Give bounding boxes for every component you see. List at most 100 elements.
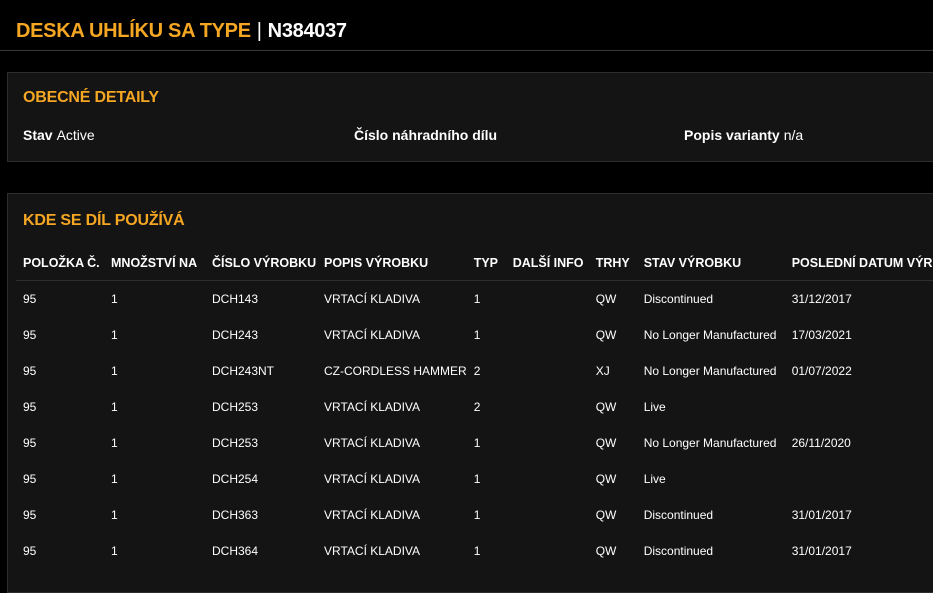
table-cell: 1 xyxy=(111,364,118,378)
status-detail: Stav Active xyxy=(23,127,95,143)
part-number: N384037 xyxy=(267,20,347,42)
table-cell: 1 xyxy=(111,328,118,342)
table-cell: 1 xyxy=(111,472,118,486)
table-cell: VRTACÍ KLADIVA xyxy=(324,472,421,486)
table-cell: 95 xyxy=(23,400,37,414)
table-row: 95 1 DCH243NT CZ-CORDLESS HAMMER 2 XJ No… xyxy=(16,353,933,389)
table-cell: QW xyxy=(595,328,617,342)
table-cell: 17/03/2021 xyxy=(791,328,852,342)
table-cell: DCH363 xyxy=(212,508,259,522)
variant-value: n/a xyxy=(783,127,804,143)
where-used-table: POLOŽKA Č. MNOŽSTVÍ NA ČÍSLO VÝROBKU POP… xyxy=(16,246,933,569)
table-cell: No Longer Manufactured xyxy=(643,364,777,378)
column-header: STAV VÝROBKU xyxy=(636,246,785,281)
table-cell: 1 xyxy=(111,508,118,522)
table-cell: DCH143 xyxy=(212,292,259,306)
column-header: ČÍSLO VÝROBKU xyxy=(205,246,317,281)
where-used-heading: KDE SE DÍL POUŽÍVÁ xyxy=(23,212,185,229)
table-cell: QW xyxy=(595,508,617,522)
column-header: TRHY xyxy=(588,246,637,281)
table-cell: Live xyxy=(643,472,666,486)
table-cell xyxy=(506,497,589,533)
table-cell: 26/11/2020 xyxy=(791,436,851,450)
table-cell: 1 xyxy=(111,400,118,414)
table-cell: QW xyxy=(595,436,617,450)
table-cell: DCH254 xyxy=(212,472,259,486)
column-header: DALŠÍ INFO xyxy=(505,246,589,281)
table-row: 95 1 DCH253 VRTACÍ KLADIVA 1 QW No Longe… xyxy=(16,425,933,461)
general-details-panel: OBECNÉ DETAILY Stav Active Číslo náhradní… xyxy=(7,72,933,162)
table-cell: VRTACÍ KLADIVA xyxy=(324,436,421,450)
table-cell xyxy=(785,461,933,497)
status-label: Stav xyxy=(23,127,53,143)
table-cell xyxy=(506,389,589,425)
table-row: 95 1 DCH363 VRTACÍ KLADIVA 1 QW Disconti… xyxy=(16,497,933,533)
spare-part-detail: Číslo náhradního dílu xyxy=(354,127,501,143)
status-value: Active xyxy=(56,127,95,143)
column-header: POSLEDNÍ DATUM VÝR. xyxy=(784,246,933,281)
table-cell: 95 xyxy=(23,328,37,342)
table-cell: 1 xyxy=(473,292,481,306)
table-cell: 01/07/2022 xyxy=(791,364,852,378)
table-cell xyxy=(506,461,589,497)
table-cell: 1 xyxy=(473,436,481,450)
table-cell xyxy=(506,317,589,353)
table-cell: DCH364 xyxy=(212,544,259,558)
table-cell: Discontinued xyxy=(643,508,714,522)
table-cell: DCH253 xyxy=(212,436,259,450)
table-cell: VRTACÍ KLADIVA xyxy=(324,508,421,522)
table-cell: XJ xyxy=(595,364,610,378)
table-cell: QW xyxy=(595,292,617,306)
table-cell: 31/01/2017 xyxy=(791,508,852,522)
table-cell xyxy=(506,533,589,569)
table-cell: DCH243NT xyxy=(212,364,275,378)
table-cell: No Longer Manufactured xyxy=(643,436,777,450)
table-cell xyxy=(506,353,589,389)
table-cell xyxy=(785,389,933,425)
table-cell: DCH253 xyxy=(212,400,259,414)
table-cell: 1 xyxy=(473,508,481,522)
table-row: 95 1 DCH243 VRTACÍ KLADIVA 1 QW No Longe… xyxy=(16,317,933,353)
table-cell: QW xyxy=(595,544,617,558)
table-cell: 1 xyxy=(111,292,118,306)
variant-label: Popis varianty xyxy=(684,127,780,143)
page-header: DESKA UHLÍKU SA TYPE | N384037 xyxy=(0,0,933,51)
table-cell: Live xyxy=(643,400,666,414)
table-cell: 31/01/2017 xyxy=(791,544,852,558)
table-row: 95 1 DCH254 VRTACÍ KLADIVA 1 QW Live xyxy=(16,461,933,497)
title-separator: | xyxy=(256,20,262,42)
table-cell: 2 xyxy=(473,400,481,414)
table-cell: 1 xyxy=(111,436,118,450)
column-header: POLOŽKA Č. xyxy=(16,246,104,281)
table-cell: No Longer Manufactured xyxy=(643,328,777,342)
spare-part-label: Číslo náhradního dílu xyxy=(354,127,498,143)
table-cell: 95 xyxy=(23,472,37,486)
table-cell: 95 xyxy=(23,508,37,522)
table-cell: VRTACÍ KLADIVA xyxy=(324,400,421,414)
part-name: DESKA UHLÍKU SA TYPE xyxy=(16,20,251,42)
table-cell: CZ-CORDLESS HAMMER xyxy=(324,364,467,378)
table-header-row: POLOŽKA Č. MNOŽSTVÍ NA ČÍSLO VÝROBKU POP… xyxy=(16,246,933,281)
column-header: TYP xyxy=(466,246,506,281)
where-used-panel: KDE SE DÍL POUŽÍVÁ POLOŽKA Č. MNOŽSTVÍ N… xyxy=(7,193,933,593)
table-cell: 95 xyxy=(23,436,37,450)
table-row: 95 1 DCH364 VRTACÍ KLADIVA 1 QW Disconti… xyxy=(16,533,933,569)
table-cell: 95 xyxy=(23,364,37,378)
general-details-heading: OBECNÉ DETAILY xyxy=(23,89,159,106)
table-cell: 1 xyxy=(473,544,481,558)
table-cell: Discontinued xyxy=(643,292,714,306)
variant-detail: Popis varianty n/a xyxy=(684,127,803,143)
table-cell: VRTACÍ KLADIVA xyxy=(324,292,421,306)
table-cell: VRTACÍ KLADIVA xyxy=(324,544,421,558)
table-cell: 95 xyxy=(23,544,37,558)
table-cell xyxy=(506,281,589,318)
table-cell: QW xyxy=(595,472,617,486)
table-cell: 1 xyxy=(111,544,118,558)
table-cell: 1 xyxy=(473,472,481,486)
table-cell: VRTACÍ KLADIVA xyxy=(324,328,421,342)
table-cell: 1 xyxy=(473,328,481,342)
table-row: 95 1 DCH253 VRTACÍ KLADIVA 2 QW Live xyxy=(16,389,933,425)
table-cell: 2 xyxy=(473,364,481,378)
table-cell: 95 xyxy=(23,292,37,306)
column-header: MNOŽSTVÍ NA xyxy=(104,246,205,281)
